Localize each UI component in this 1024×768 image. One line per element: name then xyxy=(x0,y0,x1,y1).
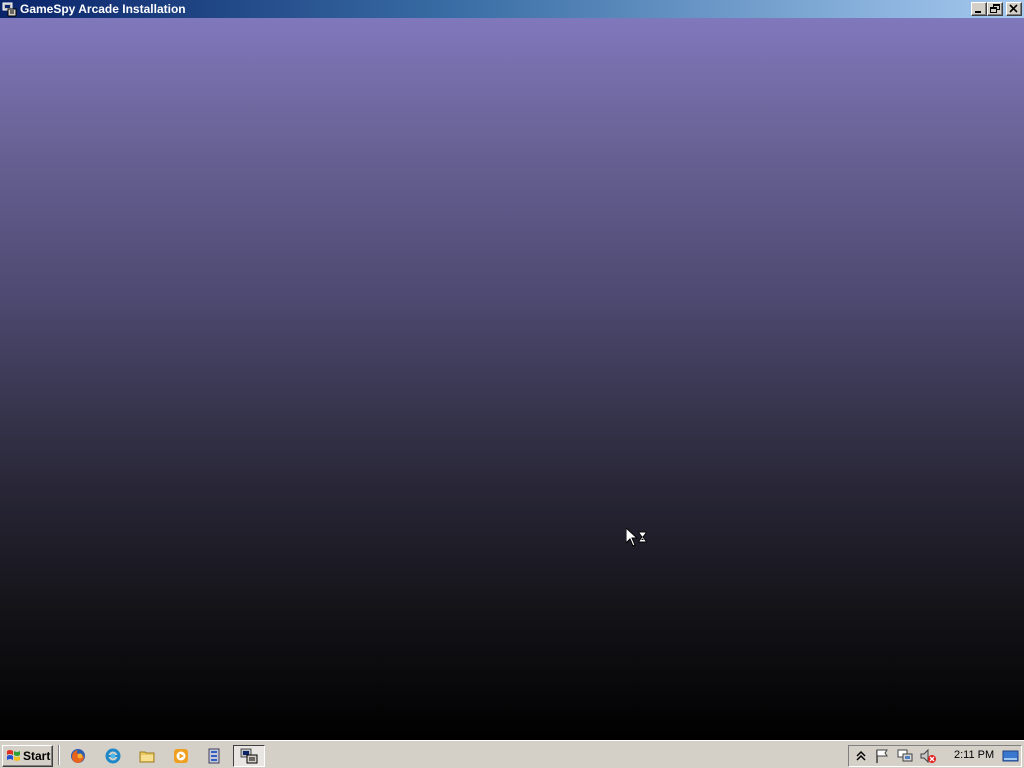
window-title: GameSpy Arcade Installation xyxy=(20,2,186,16)
folder-icon[interactable] xyxy=(136,746,158,766)
start-label: Start xyxy=(23,749,51,763)
system-tray: 2:11 PM xyxy=(848,745,1022,767)
show-hidden-icons-chevron[interactable] xyxy=(852,748,870,764)
windows-logo-icon xyxy=(7,750,20,761)
media-player-icon[interactable] xyxy=(170,746,192,766)
server-manager-icon[interactable] xyxy=(203,746,225,766)
show-desktop-icon[interactable] xyxy=(1002,748,1020,764)
busy-arrow-hourglass-cursor xyxy=(626,528,647,547)
volume-muted-icon[interactable] xyxy=(919,748,937,764)
gamespy-installer-task-icon xyxy=(240,748,258,764)
taskbar-clock[interactable]: 2:11 PM xyxy=(954,749,994,761)
start-button[interactable]: Start xyxy=(2,745,53,767)
internet-explorer-icon[interactable] xyxy=(102,746,124,766)
restore-button[interactable] xyxy=(987,2,1003,16)
taskbar: Start 2:11 PM xyxy=(0,740,1024,768)
network-icon[interactable] xyxy=(896,748,914,764)
gamespy-installer-task-button[interactable] xyxy=(233,745,265,767)
restore-icon xyxy=(990,4,1000,13)
minimize-button[interactable] xyxy=(971,2,987,16)
action-center-flag-icon[interactable] xyxy=(873,748,891,764)
minimize-icon xyxy=(975,11,981,13)
quick-launch-separator xyxy=(58,745,60,765)
window-titlebar[interactable]: GameSpy Arcade Installation xyxy=(0,0,1024,18)
close-icon xyxy=(1009,4,1018,13)
close-button[interactable] xyxy=(1006,2,1022,16)
installer-background xyxy=(0,18,1024,740)
firefox-icon[interactable] xyxy=(67,746,89,766)
installer-app-icon[interactable] xyxy=(2,1,18,17)
